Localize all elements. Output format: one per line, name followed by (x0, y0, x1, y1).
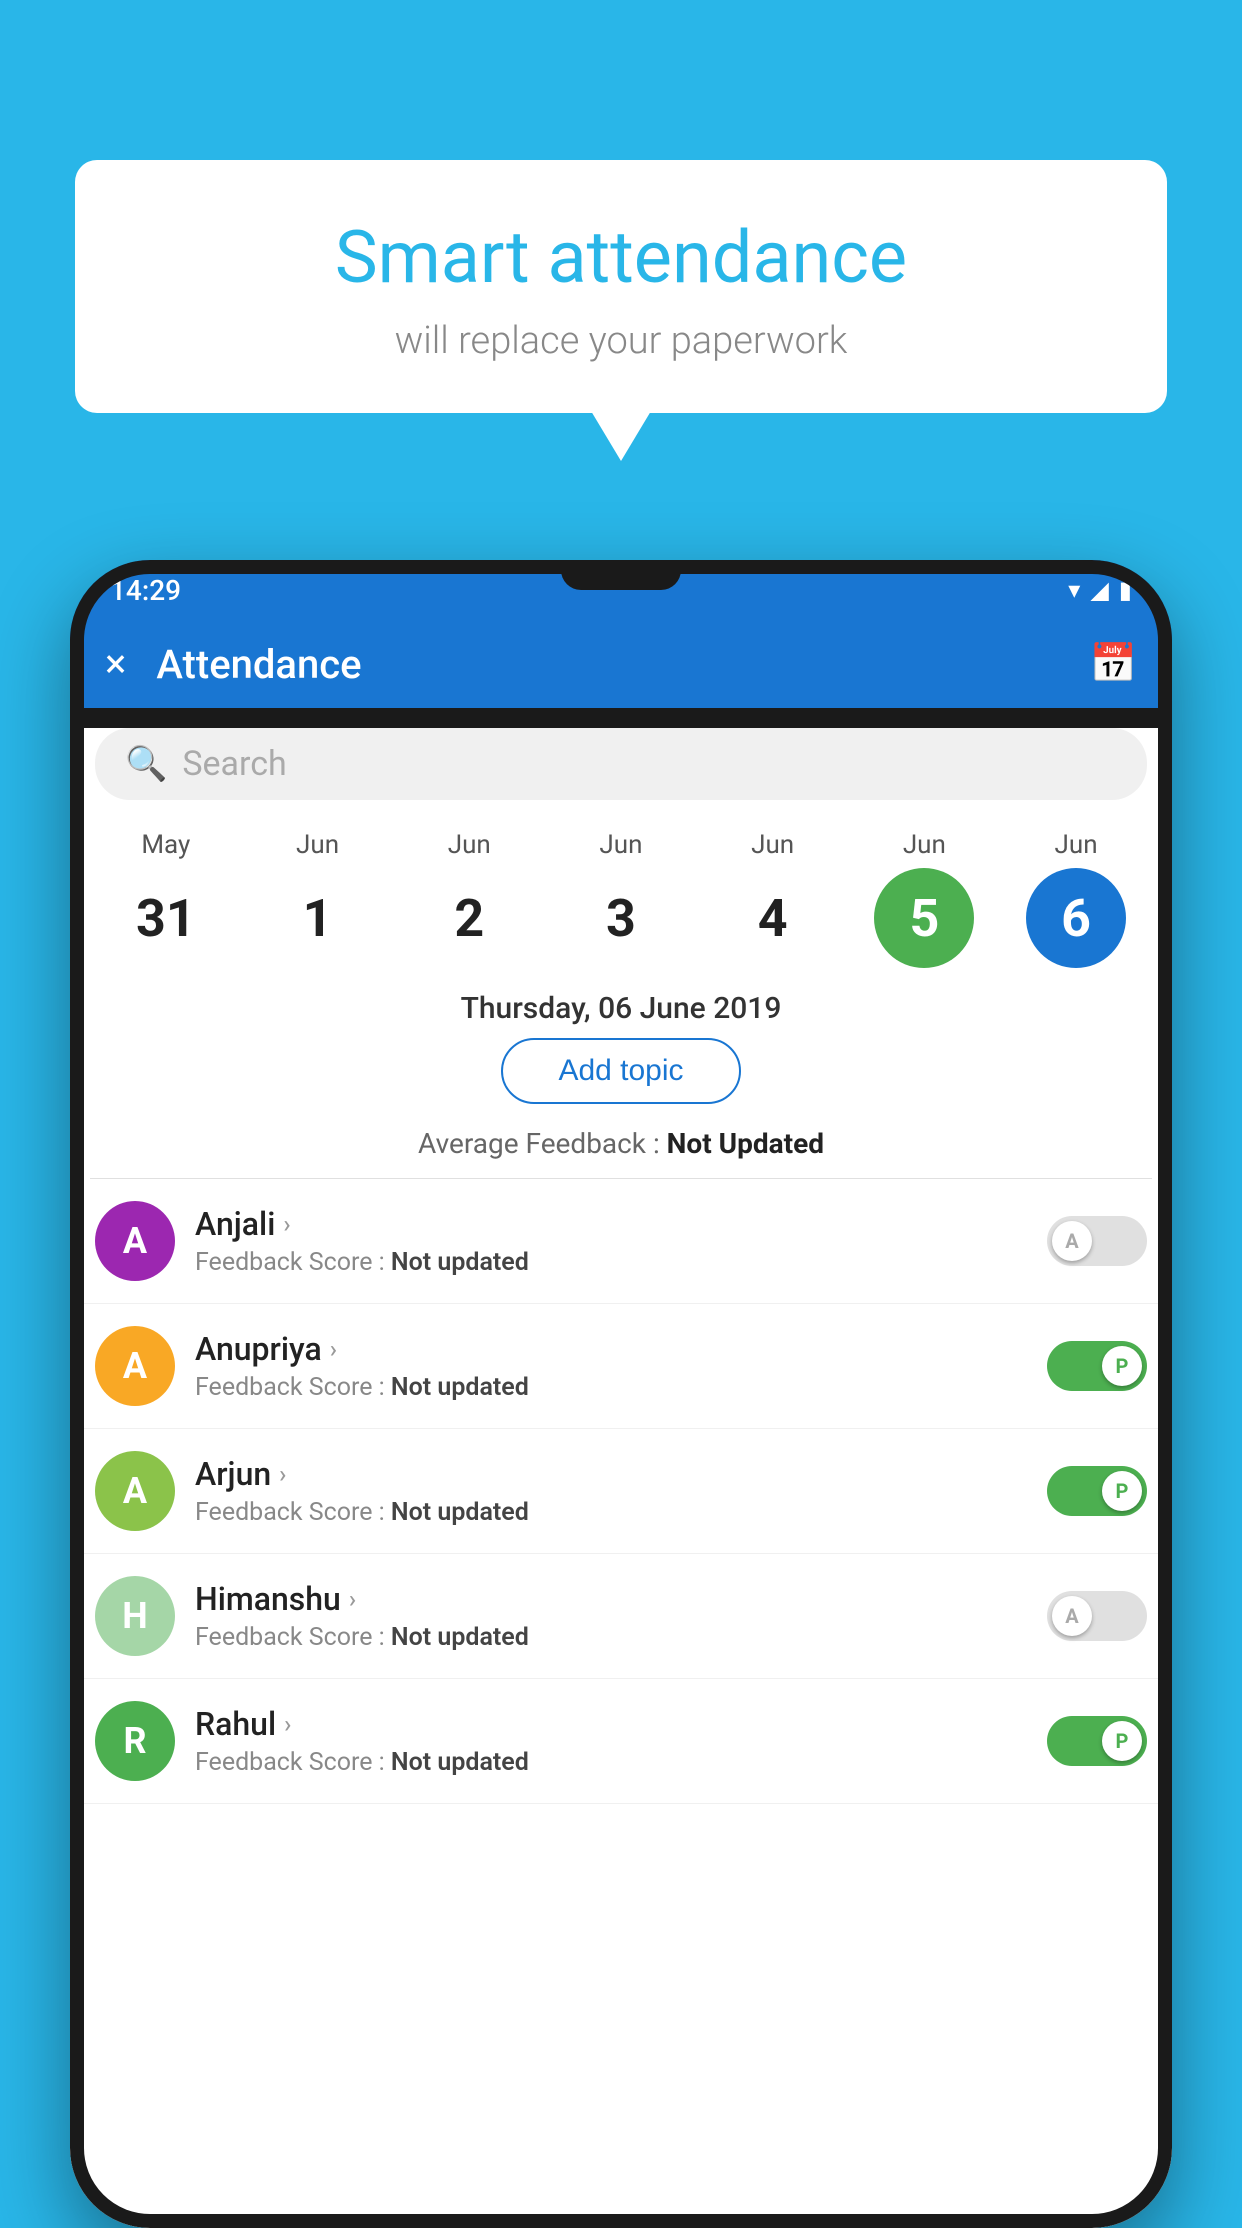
student-avatar: H (95, 1576, 175, 1656)
attendance-toggle[interactable]: P (1047, 1341, 1147, 1391)
add-topic-button[interactable]: Add topic (501, 1038, 740, 1104)
calendar-month-label: Jun (599, 830, 642, 860)
attendance-toggle[interactable]: P (1047, 1466, 1147, 1516)
calendar-strip: May 31 Jun 1 Jun 2 Jun 3 Jun 4 Jun 5 Jun 6 (70, 815, 1172, 973)
toggle-knob: P (1102, 1471, 1142, 1511)
calendar-month-label: Jun (751, 830, 794, 860)
calendar-date-number: 3 (571, 868, 671, 968)
calendar-day[interactable]: Jun 1 (253, 830, 383, 968)
attendance-toggle[interactable]: P (1047, 1716, 1147, 1766)
chevron-icon: › (284, 1710, 291, 1738)
calendar-month-label: Jun (1055, 830, 1098, 860)
student-row[interactable]: A Anupriya › Feedback Score : Not updated P (70, 1304, 1172, 1429)
student-avatar: R (95, 1701, 175, 1781)
calendar-day[interactable]: Jun 5 (859, 830, 989, 968)
student-name: Anjali › (195, 1205, 1027, 1243)
signal-icon: ◢ (1090, 576, 1108, 604)
calendar-day[interactable]: Jun 6 (1011, 830, 1141, 968)
student-list: AAnjali ›Feedback Score : Not updatedAAA… (70, 1179, 1172, 1804)
search-icon: 🔍 (125, 744, 167, 784)
feedback-score: Feedback Score : Not updated (195, 1498, 1027, 1527)
student-name: Arjun › (195, 1455, 1027, 1493)
calendar-date-number: 5 (874, 868, 974, 968)
calendar-date-number: 4 (723, 868, 823, 968)
app-header: × Attendance 📅 (70, 620, 1172, 708)
phone-device: 14:29 ▾ ◢ ▮ × Attendance 📅 🔍 (70, 560, 1172, 2228)
status-time: 14:29 (110, 574, 181, 607)
student-name: Anupriya › (195, 1330, 1027, 1368)
toggle-knob: A (1052, 1221, 1092, 1261)
calendar-day[interactable]: Jun 3 (556, 830, 686, 968)
student-info: Himanshu › Feedback Score : Not updated (195, 1580, 1027, 1652)
calendar-date-number: 6 (1026, 868, 1126, 968)
phone-wrapper: 14:29 ▾ ◢ ▮ × Attendance 📅 🔍 (70, 560, 1172, 2208)
chevron-icon: › (279, 1460, 286, 1488)
search-input[interactable]: Search (182, 744, 286, 784)
chevron-icon: › (349, 1585, 356, 1613)
selected-date-label: Thursday, 06 June 2019 (70, 973, 1172, 1038)
calendar-month-label: May (141, 830, 190, 860)
student-info: Arjun › Feedback Score : Not updated (195, 1455, 1027, 1527)
calendar-month-label: Jun (296, 830, 339, 860)
feedback-score: Feedback Score : Not updated (195, 1373, 1027, 1402)
close-button[interactable]: × (105, 644, 126, 684)
student-name: Rahul › (195, 1705, 1027, 1743)
calendar-day[interactable]: May 31 (101, 830, 231, 968)
student-name: Himanshu › (195, 1580, 1027, 1618)
student-info: Anupriya › Feedback Score : Not updated (195, 1330, 1027, 1402)
header-left: × Attendance (105, 641, 362, 688)
student-avatar: A (95, 1201, 175, 1281)
status-bar: 14:29 ▾ ◢ ▮ (70, 560, 1172, 620)
search-bar[interactable]: 🔍 Search (95, 728, 1147, 800)
wifi-icon: ▾ (1068, 576, 1080, 604)
student-avatar: A (95, 1326, 175, 1406)
attendance-toggle[interactable]: A (1047, 1591, 1147, 1641)
toggle-knob: P (1102, 1346, 1142, 1386)
student-info: Rahul › Feedback Score : Not updated (195, 1705, 1027, 1777)
student-avatar: A (95, 1451, 175, 1531)
calendar-month-label: Jun (903, 830, 946, 860)
avg-feedback: Average Feedback : Not Updated (70, 1122, 1172, 1178)
battery-icon: ▮ (1119, 576, 1132, 604)
feedback-score: Feedback Score : Not updated (195, 1748, 1027, 1777)
attendance-toggle[interactable]: A (1047, 1216, 1147, 1266)
calendar-button[interactable]: 📅 (1090, 642, 1137, 686)
toggle-knob: P (1102, 1721, 1142, 1761)
feedback-score: Feedback Score : Not updated (195, 1623, 1027, 1652)
speech-bubble: Smart attendance will replace your paper… (75, 160, 1167, 413)
student-row[interactable]: H Himanshu › Feedback Score : Not updated A (70, 1554, 1172, 1679)
chevron-icon: › (283, 1210, 290, 1238)
status-icons: ▾ ◢ ▮ (1068, 576, 1132, 604)
toggle-knob: A (1052, 1596, 1092, 1636)
calendar-date-number: 1 (268, 868, 368, 968)
phone-notch (561, 560, 681, 590)
calendar-day[interactable]: Jun 4 (708, 830, 838, 968)
calendar-date-number: 31 (116, 868, 216, 968)
header-title: Attendance (156, 641, 361, 688)
student-row[interactable]: R Rahul › Feedback Score : Not updated P (70, 1679, 1172, 1804)
calendar-month-label: Jun (448, 830, 491, 860)
chevron-icon: › (330, 1335, 337, 1363)
bubble-title: Smart attendance (135, 215, 1107, 301)
avg-feedback-value: Not Updated (667, 1127, 824, 1160)
student-info: Anjali › Feedback Score : Not updated (195, 1205, 1027, 1277)
phone-inner: 14:29 ▾ ◢ ▮ × Attendance 📅 🔍 (70, 560, 1172, 2228)
avg-feedback-label: Average Feedback : (418, 1127, 667, 1160)
app-content: 🔍 Search May 31 Jun 1 Jun 2 Jun 3 Jun 4 Jun 5 Jun 6 T… (70, 728, 1172, 2228)
student-row[interactable]: A Arjun › Feedback Score : Not updated P (70, 1429, 1172, 1554)
student-row[interactable]: A Anjali › Feedback Score : Not updated A (70, 1179, 1172, 1304)
bubble-subtitle: will replace your paperwork (135, 319, 1107, 363)
calendar-date-number: 2 (419, 868, 519, 968)
feedback-score: Feedback Score : Not updated (195, 1248, 1027, 1277)
calendar-day[interactable]: Jun 2 (404, 830, 534, 968)
